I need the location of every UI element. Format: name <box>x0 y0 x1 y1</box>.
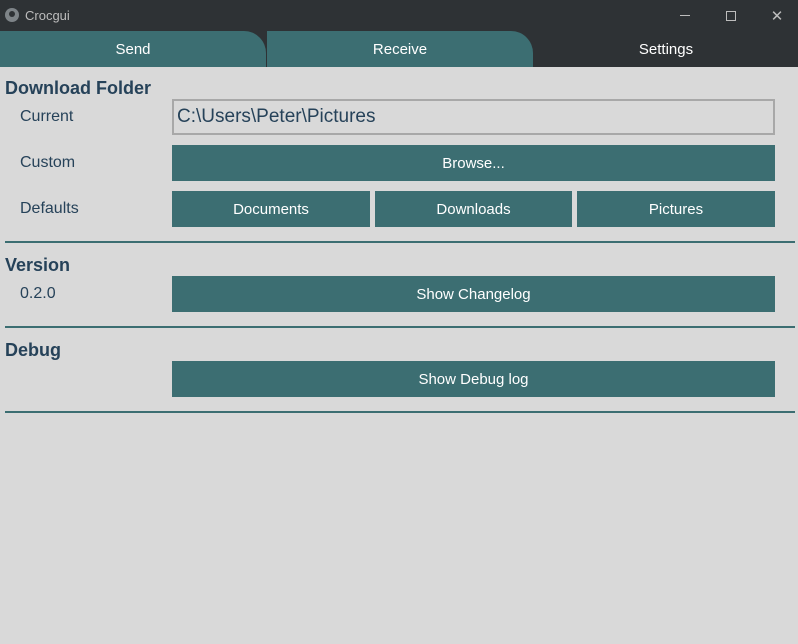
current-folder-label: Current <box>20 108 74 125</box>
current-folder-field[interactable]: C:\Users\Peter\Pictures <box>172 99 775 135</box>
window-titlebar[interactable]: Crocgui ✕ <box>0 0 798 31</box>
close-button[interactable]: ✕ <box>754 0 798 31</box>
version-value: 0.2.0 <box>20 285 56 302</box>
show-changelog-button[interactable]: Show Changelog <box>172 276 775 312</box>
documents-button[interactable]: Documents <box>172 191 370 227</box>
show-debug-log-button[interactable]: Show Debug log <box>172 361 775 397</box>
defaults-label: Defaults <box>20 200 79 217</box>
browse-button[interactable]: Browse... <box>172 145 775 181</box>
tab-send[interactable]: Send <box>0 31 266 67</box>
minimize-icon <box>680 15 690 16</box>
minimize-button[interactable] <box>662 0 708 31</box>
downloads-button[interactable]: Downloads <box>375 191 572 227</box>
tab-bar: Send Receive Settings <box>0 31 798 67</box>
section-divider <box>5 241 795 243</box>
section-divider <box>5 326 795 328</box>
download-folder-heading: Download Folder <box>5 78 151 98</box>
section-divider <box>5 411 795 413</box>
app-logo-icon <box>5 8 19 22</box>
tab-receive[interactable]: Receive <box>267 31 533 67</box>
custom-folder-label: Custom <box>20 154 76 171</box>
version-heading: Version <box>5 255 71 275</box>
window-title: Crocgui <box>25 8 70 23</box>
pictures-button[interactable]: Pictures <box>577 191 775 227</box>
debug-heading: Debug <box>5 340 61 360</box>
tab-settings[interactable]: Settings <box>534 31 798 67</box>
maximize-button[interactable] <box>708 0 754 31</box>
close-icon: ✕ <box>770 7 784 25</box>
maximize-icon <box>726 10 736 21</box>
